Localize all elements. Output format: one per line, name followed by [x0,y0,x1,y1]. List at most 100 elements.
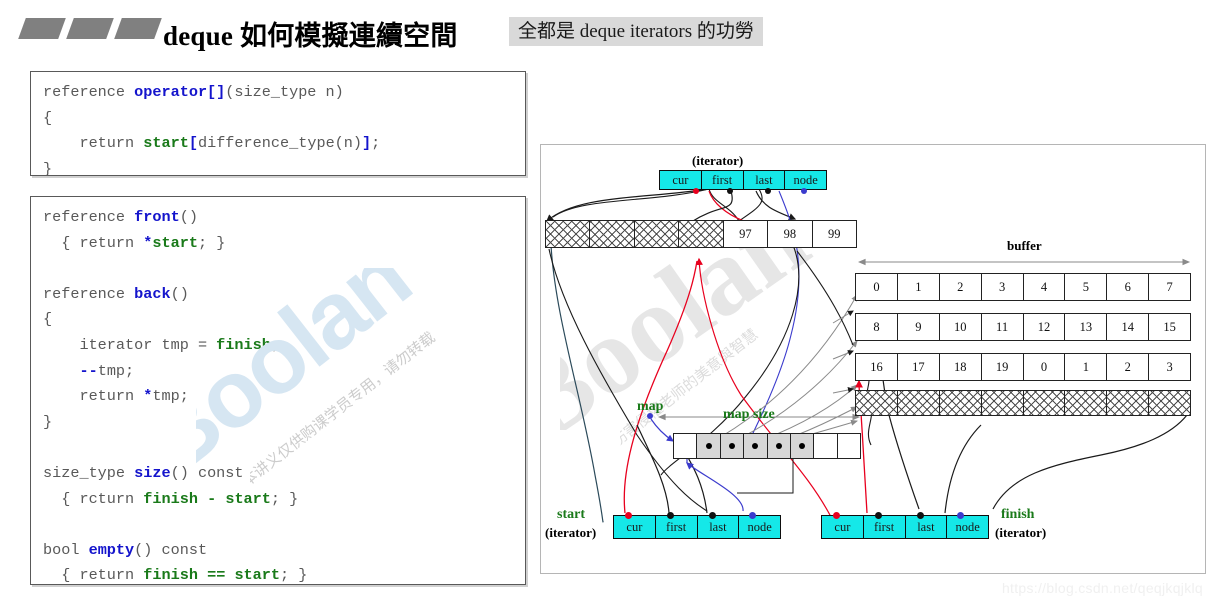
iterator-field-cur: cur [822,516,864,538]
iterator-field-node: node [955,520,980,534]
buffer-cell-hatched [856,391,898,415]
buffer-row-0: 0 1 2 3 4 5 6 7 [855,273,1191,301]
buffer-cell: 0 [856,274,898,300]
buffer-cell: 8 [856,314,898,340]
map-cell[interactable] [720,434,745,458]
start-first-pointer-dot [667,512,674,519]
buffer-cell: 10 [940,314,982,340]
iterator-field-cur: cur [614,516,656,538]
buffer-cell-hatched [679,221,724,247]
map-cell-pointer-dot [775,443,782,449]
start-iterator-caption: (iterator) [545,525,597,540]
buffer-cell-value: 97 [724,221,769,247]
top-iterator-caption: (iterator) [692,153,744,168]
start-iterator-box[interactable]: cur first last node [613,515,781,539]
subtitle-badge: 全都是 deque iterators 的功勞 [509,17,763,46]
iterator-field-node: node [793,173,818,187]
buffer-cell-hatched [1023,391,1066,415]
start-node-pointer-dot [749,512,756,519]
slide-root: deque 如何模擬連續空間 全都是 deque iterators 的功勞 r… [0,0,1215,602]
code-block-front-back-size-empty: reference front() { return *start; } ref… [30,196,526,585]
buffer-cell: 15 [1163,320,1176,334]
buffer-cell: 19 [982,354,1024,380]
map-cell-pointer-dot [705,443,712,449]
buffer-cell: 11 [982,314,1024,340]
buffer-span-arrow [857,258,1191,266]
map-cell[interactable] [838,434,860,458]
iterator-field-first: first [864,516,906,538]
buffer-cell: 13 [1065,314,1108,340]
buffer-row-hatched [855,390,1191,416]
buffer-cell: 18 [940,354,982,380]
bullet-mark-1 [18,18,66,39]
code-block-operator-index: reference operator[](size_type n) { retu… [30,71,526,178]
buffer-cell: 16 [856,354,898,380]
watermark-csdn-url: https://blog.csdn.net/qeqjkqjklq [1001,580,1203,596]
buffer-row-2: 16 17 18 19 0 1 2 3 [855,353,1191,381]
buffer-cell-hatched [590,221,635,247]
start-cur-pointer-dot [625,512,632,519]
map-cell[interactable] [744,434,768,458]
map-cell[interactable] [697,434,721,458]
iterator-field-first: first [702,171,744,189]
top-iterator-box[interactable]: cur first last node [659,170,827,190]
buffer-cell: 3 [1166,360,1173,374]
map-size-label: map size [723,407,775,422]
deque-structure-diagram: (iterator) cur first last node 97 98 99 … [540,144,1206,574]
page-title: deque 如何模擬連續空間 [163,21,458,51]
buffer-cell-hatched [1149,391,1190,415]
buffer-cell: 2 [940,274,982,300]
finish-iterator-box[interactable]: cur first last node [821,515,989,539]
buffer-cell: 2 [1107,354,1150,380]
map-array[interactable] [673,433,861,459]
start-iterator-name: start [557,507,585,522]
map-cell[interactable] [790,434,815,458]
buffer-cell-hatched [939,391,982,415]
iterator-field-last: last [906,516,948,538]
buffer-cell-value: 98 [768,221,813,247]
bullet-mark-2 [66,18,114,39]
map-cell-pointer-dot [728,443,735,449]
map-cell-pointer-dot [752,443,759,449]
buffer-cell-hatched [546,221,591,247]
top-node-pointer-dot [801,188,807,194]
buffer-cell: 1 [1065,354,1108,380]
map-label-pointer-dot [647,413,653,419]
buffer-cell-hatched [897,391,940,415]
finish-first-pointer-dot [875,512,882,519]
finish-node-pointer-dot [957,512,964,519]
finish-cur-pointer-dot [833,512,840,519]
buffer-cell: 17 [898,354,940,380]
iterator-field-last: last [698,516,740,538]
finish-iterator-caption: (iterator) [995,525,1047,540]
buffer-cell: 0 [1024,354,1066,380]
buffer-label: buffer [1007,238,1042,253]
buffer-cell-hatched [1107,391,1150,415]
buffer-cell-hatched [1065,391,1108,415]
top-cur-pointer-dot [693,188,699,194]
iterator-field-first: first [656,516,698,538]
map-cell-pointer-dot [799,443,806,449]
map-cell[interactable] [767,434,791,458]
top-last-pointer-dot [765,188,771,194]
top-first-pointer-dot [727,188,733,194]
buffer-cell-hatched [981,391,1024,415]
title-bullet-marks [16,18,166,40]
iterator-field-last: last [744,171,786,189]
buffer-cell: 7 [1166,280,1173,294]
buffer-cell: 14 [1107,314,1150,340]
buffer-cell: 9 [898,314,940,340]
map-cell[interactable] [674,434,698,458]
map-cell[interactable] [814,434,838,458]
buffer-cell: 4 [1024,274,1066,300]
buffer-cell: 1 [898,274,940,300]
buffer-cell: 6 [1107,274,1150,300]
finish-iterator-name: finish [1001,507,1035,522]
buffer-cell: 12 [1024,314,1066,340]
iterator-field-cur: cur [660,171,702,189]
slide-header: deque 如何模擬連續空間 全都是 deque iterators 的功勞 [0,0,1215,60]
buffer-row-1: 8 9 10 11 12 13 14 15 [855,313,1191,341]
buffer-cell: 3 [982,274,1024,300]
start-last-pointer-dot [709,512,716,519]
iterator-field-node: node [747,520,772,534]
